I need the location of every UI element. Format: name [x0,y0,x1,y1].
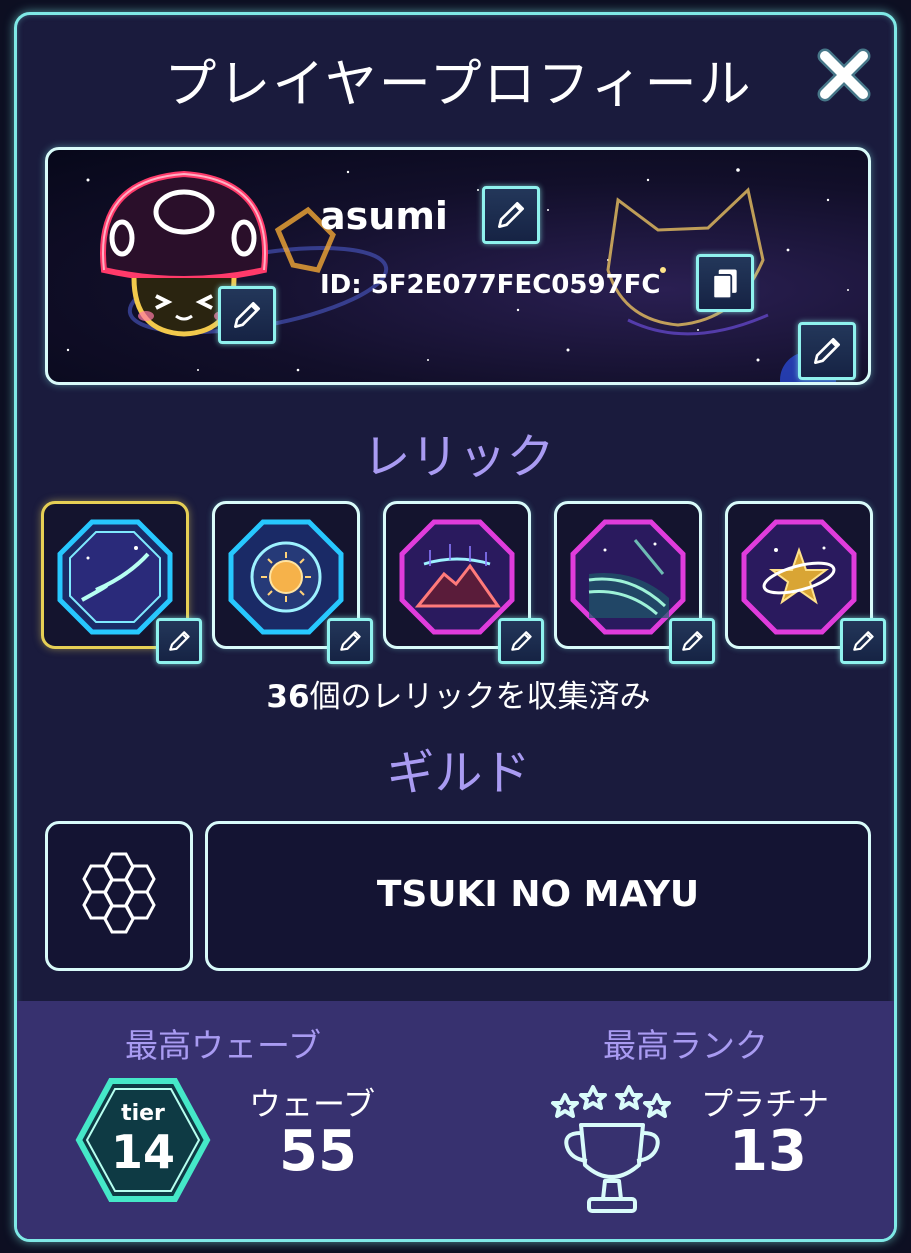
close-button[interactable] [817,48,871,102]
pencil-icon [814,338,840,364]
edit-username-button[interactable] [482,186,540,244]
close-x-icon [817,48,871,102]
guild-name: TSUKI NO MAYU [376,874,700,915]
pencil-icon [498,202,524,228]
relics-collected-text: 36個のレリックを収集済み [17,671,894,716]
pencil-icon [340,631,361,651]
pencil-icon [853,631,874,651]
relics-collected-suffix: 個のレリックを収集済み [309,679,651,715]
player-id: ID: 5F2E077FEC0597FC [320,270,661,300]
edit-relic-5-button[interactable] [840,618,886,664]
best-wave-value: 55 [279,1119,357,1184]
guild-title: ギルド [386,745,531,801]
username: asumi [320,194,448,238]
edit-relic-4-button[interactable] [669,618,715,664]
profile-banner: asumi ID: 5F2E077FEC0597FC [45,147,871,385]
copy-id-button[interactable] [696,254,754,312]
edit-relic-3-button[interactable] [498,618,544,664]
best-wave-label: 最高ウェーブ [125,1026,322,1065]
stats-section: 最高ウェーブ tier 14 ウェーブ 55 最高ランク プラチナ 13 [17,1001,894,1239]
relics-collected-count: 36 [266,679,310,715]
edit-avatar-button[interactable] [218,286,276,344]
relic-slot-4[interactable] [554,501,715,664]
pencil-icon [169,631,190,651]
best-rank-label: 最高ランク [603,1026,768,1065]
guild-emblem[interactable] [45,821,193,971]
pencil-icon [682,631,703,651]
hexagon-cluster-icon [82,852,156,934]
tier-value: 14 [110,1125,175,1179]
best-rank-value: 13 [729,1119,807,1184]
player-profile-panel: プレイヤープロフィール asumi ID: 5F2E077FEC0597FC レ… [14,12,897,1242]
edit-banner-button[interactable] [798,322,856,380]
guild-name-button[interactable]: TSUKI NO MAYU [205,821,871,971]
relic-slot-1[interactable] [41,501,202,664]
edit-relic-1-button[interactable] [156,618,202,664]
trophy-icon [551,1085,671,1213]
edit-relic-2-button[interactable] [327,618,373,664]
pencil-icon [511,631,532,651]
relics-title: レリック [362,429,555,485]
relic-slot-5[interactable] [725,501,886,664]
pencil-icon [234,302,260,328]
relic-slot-3[interactable] [383,501,544,664]
tier-label: tier [121,1101,165,1126]
relic-slot-2[interactable] [212,501,373,664]
panel-title: プレイヤープロフィール [164,55,753,115]
copy-icon [712,269,737,300]
